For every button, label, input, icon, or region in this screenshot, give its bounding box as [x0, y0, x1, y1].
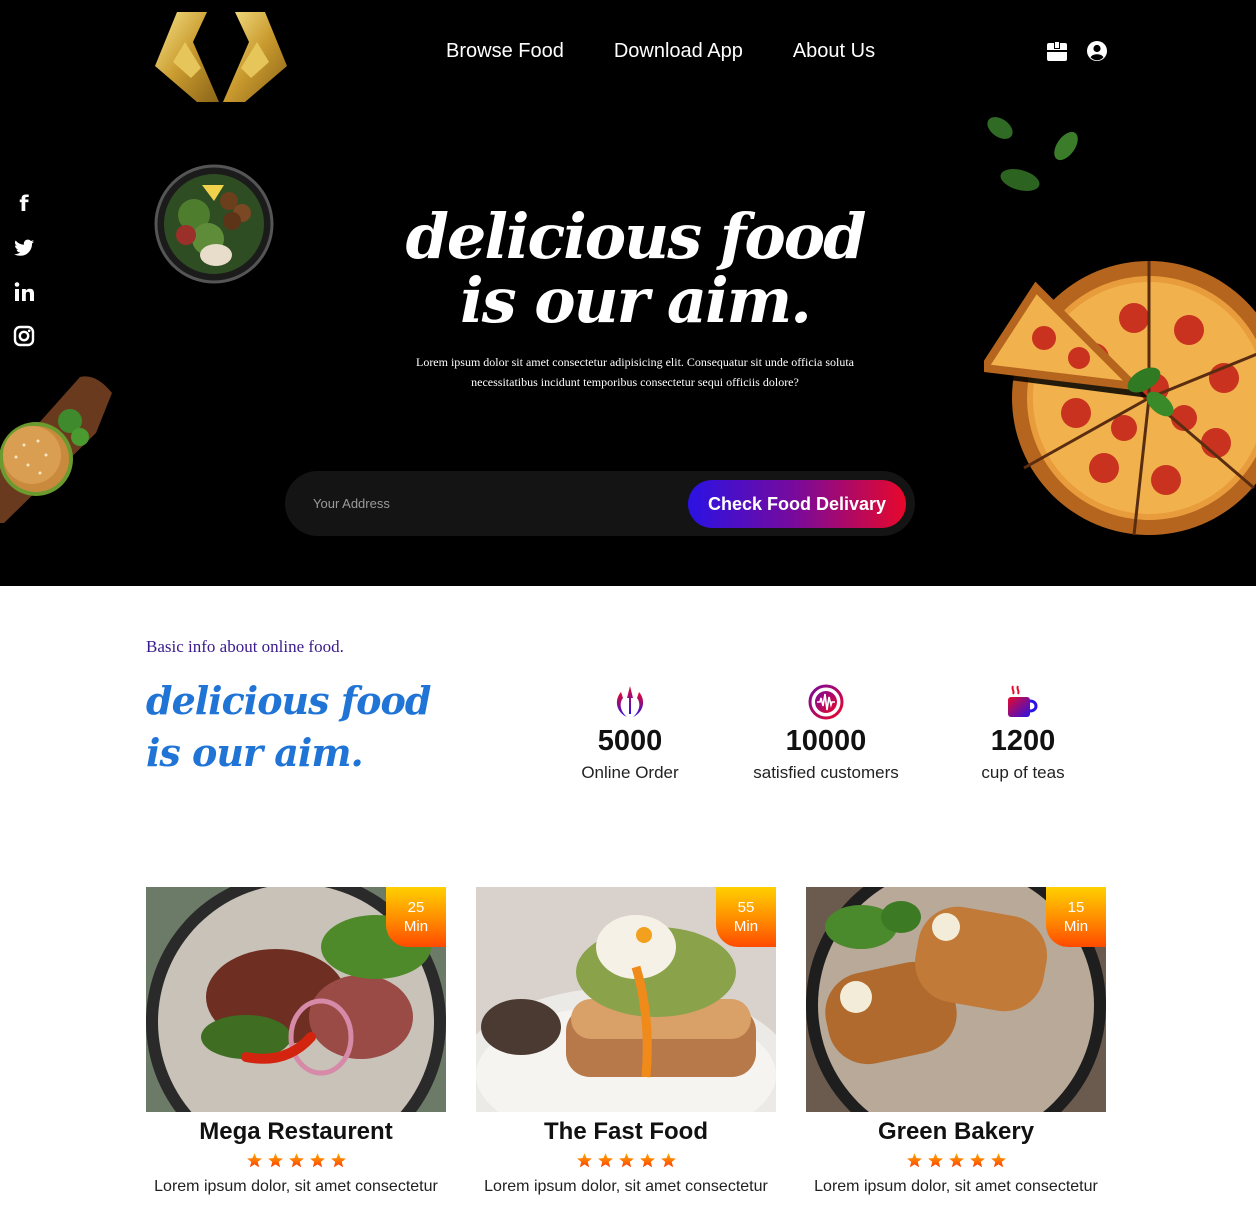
- star-rating: [476, 1152, 776, 1169]
- facebook-icon[interactable]: f: [12, 192, 36, 216]
- stat-label: Online Order: [581, 763, 679, 782]
- restaurant-name: Green Bakery: [877, 1118, 1035, 1145]
- card-photo: 15 Min: [806, 887, 1106, 1112]
- stat-cup-of-teas: 1200 cup of teas: [923, 684, 1123, 783]
- hero-section: Browse Food Download App About Us f deli…: [0, 0, 1256, 586]
- star-icon: [330, 1153, 346, 1168]
- info-kicker: Basic info about online food.: [146, 637, 344, 656]
- stat-value: 5000: [597, 725, 663, 757]
- delivery-time: 15: [1067, 899, 1085, 916]
- social-links: f: [12, 192, 36, 348]
- address-search-bar: Check Food Delivary: [285, 471, 915, 536]
- restaurant-description: Lorem ipsum dolor, sit amet consectetur: [484, 1178, 768, 1195]
- stat-satisfied-customers: 10000 satisfied customers: [726, 684, 926, 783]
- delivery-time: 55: [737, 899, 755, 916]
- delivery-time-badge: 55 Min: [716, 887, 776, 947]
- stat-label: cup of teas: [981, 763, 1065, 782]
- user-icon[interactable]: [1086, 40, 1108, 62]
- stat-value: 1200: [990, 725, 1056, 757]
- star-icon: [288, 1153, 304, 1168]
- delivery-unit: Min: [403, 918, 429, 935]
- star-icon: [948, 1153, 964, 1168]
- hero-title-line2: is our aim.: [460, 264, 812, 337]
- burger-board-image: [0, 376, 112, 523]
- star-icon: [639, 1153, 655, 1168]
- record-vinyl-icon: [808, 684, 844, 720]
- star-icon: [618, 1153, 634, 1168]
- instagram-icon[interactable]: [12, 324, 36, 348]
- restaurant-description: Lorem ipsum dolor, sit amet consectetur: [154, 1178, 438, 1195]
- delivery-time-badge: 15 Min: [1046, 887, 1106, 947]
- hero-description: Lorem ipsum dolor sit amet consectetur a…: [415, 355, 855, 389]
- main-nav: Browse Food Download App About Us: [446, 40, 875, 63]
- star-icon: [660, 1153, 676, 1168]
- check-delivery-button[interactable]: Check Food Delivary: [688, 480, 906, 528]
- hot-mug-icon: [1008, 685, 1038, 717]
- star-icon: [969, 1153, 985, 1168]
- star-icon: [906, 1153, 922, 1168]
- star-icon: [309, 1153, 325, 1168]
- hero-title-line1: delicious food: [405, 200, 867, 273]
- stat-online-order: 5000 Online Order: [530, 684, 730, 783]
- stat-label: satisfied customers: [753, 763, 899, 782]
- stat-value: 10000: [785, 725, 867, 757]
- star-rating: [146, 1152, 446, 1169]
- delivery-unit: Min: [1063, 918, 1089, 935]
- twitter-icon[interactable]: [12, 236, 36, 260]
- star-icon: [927, 1153, 943, 1168]
- restaurant-card-mega[interactable]: 25 Min Mega Restaurent Lorem ipsum dolor…: [146, 887, 446, 1196]
- star-icon: [990, 1153, 1006, 1168]
- info-title: delicious food is our aim.: [146, 678, 431, 775]
- nav-download-app[interactable]: Download App: [614, 40, 743, 63]
- star-icon: [576, 1153, 592, 1168]
- cart-icon[interactable]: [1046, 40, 1068, 62]
- basil-leaves-image: [987, 117, 1078, 191]
- star-icon: [267, 1153, 283, 1168]
- restaurant-card-green-bakery[interactable]: 15 Min Green Bakery Lorem ipsum dolor, s…: [806, 887, 1106, 1196]
- jedi-icon: [616, 686, 644, 717]
- nav-browse-food[interactable]: Browse Food: [446, 40, 564, 63]
- delivery-unit: Min: [733, 918, 759, 935]
- linkedin-icon[interactable]: [12, 280, 36, 304]
- restaurant-card-fast-food[interactable]: 55 Min The Fast Food Lorem ipsum dolor, …: [476, 887, 776, 1196]
- star-icon: [597, 1153, 613, 1168]
- card-photo: 55 Min: [476, 887, 776, 1112]
- nav-about-us[interactable]: About Us: [793, 40, 875, 63]
- falafel-bowl-image: [154, 164, 274, 284]
- pizza-image: [984, 261, 1256, 536]
- delivery-time-badge: 25 Min: [386, 887, 446, 947]
- star-icon: [246, 1153, 262, 1168]
- address-input[interactable]: [313, 471, 673, 536]
- brand-logo[interactable]: [155, 12, 287, 104]
- restaurant-description: Lorem ipsum dolor, sit amet consectetur: [814, 1178, 1098, 1195]
- restaurant-name: Mega Restaurent: [199, 1118, 393, 1145]
- hero-title: delicious food is our aim.: [400, 205, 870, 333]
- delivery-time: 25: [407, 899, 425, 916]
- restaurant-name: The Fast Food: [544, 1118, 708, 1145]
- card-photo: 25 Min: [146, 887, 446, 1112]
- star-rating: [806, 1152, 1106, 1169]
